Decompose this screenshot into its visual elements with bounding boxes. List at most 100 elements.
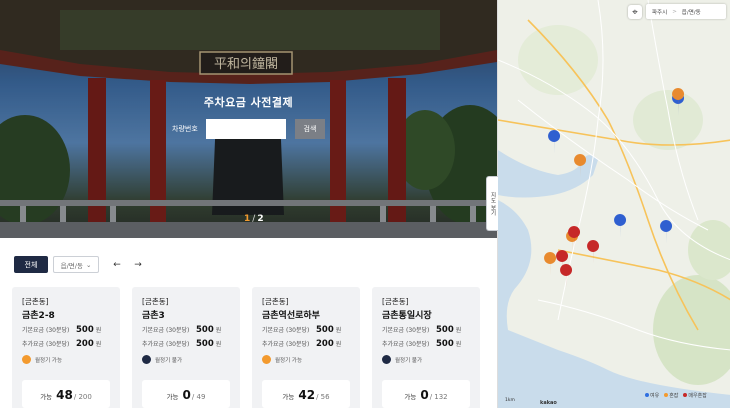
filter-all-button[interactable]: 전체 (14, 256, 48, 273)
map-marker[interactable] (587, 240, 600, 264)
base-fee-row: 기본요금 (30분당) 500 원 (142, 325, 230, 335)
extra-fee-value: 500 (436, 339, 454, 349)
total-capacity: / 132 (429, 393, 448, 401)
base-fee-row: 기본요금 (30분당) 500 원 (22, 325, 110, 335)
base-fee-row: 기본요금 (30분당) 500 원 (262, 325, 350, 335)
map-marker[interactable] (560, 264, 573, 288)
base-fee-label: 기본요금 (30분당) (22, 327, 70, 334)
app-root: 平和의鐘閣 주차요금 사전결제 차량번호 검색 1/2 전체 읍/면/동 ⌄ ←… (0, 0, 730, 408)
availability-label: 가능 (166, 393, 179, 401)
map-scale: 1km (505, 398, 515, 403)
pager-separator: / (252, 214, 256, 224)
card-region: [금촌동] (22, 297, 49, 306)
fee-unit: 원 (455, 341, 462, 348)
extra-fee-label: 추가요금 (30분당) (262, 341, 310, 348)
next-arrow-icon[interactable]: → (131, 258, 145, 272)
map-marker[interactable] (660, 220, 673, 244)
prev-arrow-icon[interactable]: ← (110, 258, 124, 272)
extra-fee-label: 추가요금 (30분당) (382, 341, 430, 348)
extra-fee-row: 추가요금 (30분당) 500 원 (382, 339, 470, 349)
extra-fee-row: 추가요금 (30분당) 200 원 (22, 339, 110, 349)
extra-fee-value: 200 (76, 339, 94, 349)
card-region: [금촌동] (262, 297, 289, 306)
availability-box: 가능 0 / 132 (382, 380, 470, 408)
card-lot-name: 금촌3 (142, 311, 165, 321)
legend-item-busy: 혼잡 (664, 392, 678, 399)
extra-fee-value: 200 (316, 339, 334, 349)
card-lot-name: 금촌역선로하부 (262, 311, 320, 321)
map-toggle-tab[interactable]: 지도 보기 (486, 176, 498, 231)
fee-unit: 원 (455, 327, 462, 334)
hero-banner: 平和의鐘閣 주차요금 사전결제 차량번호 검색 1/2 (0, 0, 497, 238)
base-fee-label: 기본요금 (30분당) (142, 327, 190, 334)
plate-number-input[interactable] (206, 119, 286, 139)
legend-item-very-busy: 매우혼잡 (683, 392, 707, 399)
extra-fee-value: 500 (196, 339, 214, 349)
plate-search-label: 차량번호 (172, 125, 198, 133)
available-count: 0 (182, 388, 191, 402)
monthly-pass-icon (382, 355, 391, 364)
extra-fee-label: 추가요금 (30분당) (142, 341, 190, 348)
monthly-pass-icon (22, 355, 31, 364)
region-select-value: 읍/면/동 (60, 261, 83, 270)
available-count: 42 (298, 388, 316, 402)
parking-lot-card[interactable]: [금촌동] 금촌2-8 기본요금 (30분당) 500 원 추가요금 (30분당… (12, 287, 120, 408)
fee-unit: 원 (215, 341, 222, 348)
base-fee-value: 500 (436, 325, 454, 335)
chevron-down-icon: ⌄ (85, 260, 92, 269)
fee-unit: 원 (335, 341, 342, 348)
total-capacity: / 200 (73, 393, 92, 401)
base-fee-value: 500 (76, 325, 94, 335)
card-lot-name: 금촌2-8 (22, 311, 55, 321)
map-provider-logo: kakao (540, 400, 557, 406)
map-canvas[interactable] (498, 0, 730, 408)
total-capacity: / 49 (191, 393, 206, 401)
base-fee-value: 500 (316, 325, 334, 335)
pager-total: 2 (257, 214, 264, 224)
map-marker[interactable] (614, 214, 627, 238)
map-marker[interactable] (544, 252, 557, 276)
card-region: [금촌동] (382, 297, 409, 306)
available-count: 0 (420, 388, 429, 402)
pager-current: 1 (244, 214, 251, 224)
breadcrumb-city[interactable]: 파주시 (652, 8, 667, 16)
region-select[interactable]: 읍/면/동 ⌄ (53, 256, 99, 273)
search-button[interactable]: 검색 (295, 119, 325, 139)
availability-label: 가능 (404, 393, 417, 401)
monthly-pass-icon (262, 355, 271, 364)
plate-search-form: 차량번호 검색 (172, 119, 325, 139)
monthly-pass-status: 월정기 가능 (22, 355, 110, 364)
parking-lot-card[interactable]: [금촌동] 금촌통일시장 기본요금 (30분당) 500 원 추가요금 (30분… (372, 287, 480, 408)
map-legend: 여유 혼잡 매우혼잡 (645, 392, 707, 399)
filter-bar: 전체 읍/면/동 ⌄ ← → (14, 256, 145, 273)
extra-fee-label: 추가요금 (30분당) (22, 341, 70, 348)
availability-box: 가능 42 / 56 (262, 380, 350, 408)
base-fee-label: 기본요금 (30분당) (382, 327, 430, 334)
breadcrumb-region[interactable]: 읍/면/동 (682, 8, 701, 16)
parking-lot-card[interactable]: [금촌동] 금촌역선로하부 기본요금 (30분당) 500 원 추가요금 (30… (252, 287, 360, 408)
fee-unit: 원 (335, 327, 342, 334)
extra-fee-row: 추가요금 (30분당) 500 원 (142, 339, 230, 349)
map-breadcrumb[interactable]: 파주시 > 읍/면/동 (646, 4, 726, 19)
crosshair-icon[interactable]: ⌖ (628, 5, 642, 19)
monthly-pass-text: 월정기 불가 (395, 357, 423, 364)
fee-unit: 원 (215, 327, 222, 334)
available-count: 48 (56, 388, 73, 402)
hero-slide-pager[interactable]: 1/2 (244, 214, 264, 224)
fee-unit: 원 (95, 341, 102, 348)
parking-lot-card[interactable]: [금촌동] 금촌3 기본요금 (30분당) 500 원 추가요금 (30분당) … (132, 287, 240, 408)
base-fee-label: 기본요금 (30분당) (262, 327, 310, 334)
monthly-pass-text: 월정기 가능 (35, 357, 63, 364)
map-panel[interactable] (497, 0, 730, 408)
monthly-pass-status: 월정기 불가 (142, 355, 230, 364)
monthly-pass-text: 월정기 불가 (155, 357, 183, 364)
page-title: 주차요금 사전결제 (203, 96, 294, 109)
monthly-pass-status: 월정기 불가 (382, 355, 470, 364)
card-lot-name: 금촌통일시장 (382, 311, 432, 321)
monthly-pass-status: 월정기 가능 (262, 355, 350, 364)
base-fee-row: 기본요금 (30분당) 500 원 (382, 325, 470, 335)
fee-unit: 원 (95, 327, 102, 334)
extra-fee-row: 추가요금 (30분당) 200 원 (262, 339, 350, 349)
map-marker[interactable] (548, 130, 561, 154)
availability-box: 가능 48 / 200 (22, 380, 110, 408)
